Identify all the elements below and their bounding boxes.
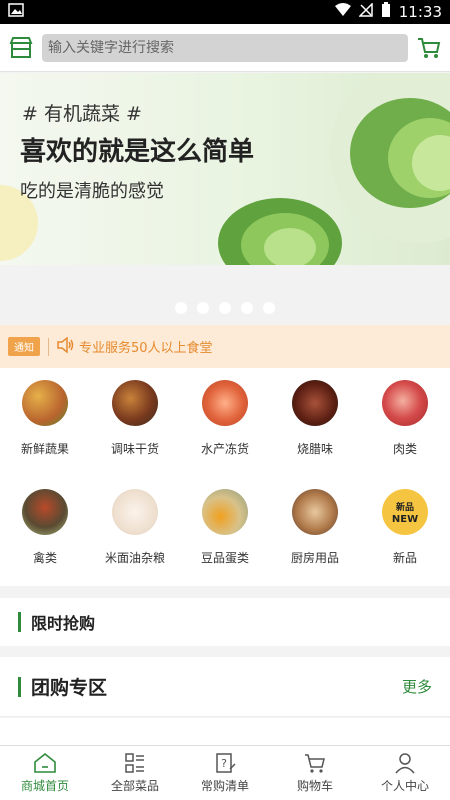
fresh-produce-image [22,380,68,426]
search-box[interactable] [42,33,408,62]
seafood-image [202,380,248,426]
signal-icon [357,2,373,21]
category-label: 烧腊味 [296,442,333,456]
banner-subtitle: 吃的是清脆的感觉 [20,181,164,202]
flash-sale-heading: 限时抢购 [31,614,96,633]
bottom-tab-bar: 商城首页 全部菜品 ? 常购清单 购物车 个人中心 [0,745,450,800]
top-header [0,24,450,72]
gallery-icon [8,2,24,22]
new-badge-image: 新品 NEW [382,489,428,535]
more-link[interactable]: 更多 [402,676,432,697]
tab-label: 常购清单 [200,779,249,793]
tab-all-dishes[interactable]: 全部菜品 [90,746,180,800]
promo-banner[interactable]: # 有机蔬菜 # 喜欢的就是这么简单 吃的是清脆的感觉 [0,73,450,265]
banner-title: 喜欢的就是这么简单 [20,137,255,167]
notice-bar[interactable]: 通知 专业服务50人以上食堂 [0,325,450,368]
banner-spacer [0,265,450,325]
category-label: 禽类 [32,551,57,565]
status-bar: 11:33 [0,0,450,24]
carousel-indicator[interactable] [0,302,450,314]
meat-image [382,380,428,426]
tab-label: 全部菜品 [110,779,159,793]
category-label: 调味干货 [110,442,159,456]
category-label: 米面油杂粮 [104,551,165,565]
category-item-cured-meat[interactable]: 烧腊味 [270,368,360,477]
carousel-dot[interactable] [241,302,253,314]
category-label: 新品 [392,551,417,565]
cart-icon[interactable] [416,35,442,61]
notice-divider [48,337,49,356]
battery-icon [381,2,391,22]
tab-cart[interactable]: 购物车 [270,746,360,800]
section-accent-bar [18,612,21,632]
svg-text:?: ? [221,757,227,770]
cart-icon [305,754,325,773]
tab-label: 购物车 [296,779,333,793]
grains-image [112,489,158,535]
user-icon [395,753,415,774]
tab-frequent-list[interactable]: ? 常购清单 [180,746,270,800]
category-grid: 新鲜蔬果 调味干货 水产冻货 烧腊味 肉类 禽类 米面油杂粮 豆品蛋类 厨房用品… [0,368,450,586]
section-accent-bar [18,676,21,697]
group-buy-heading: 团购专区 [31,677,108,699]
category-label: 肉类 [392,442,417,456]
tab-home[interactable]: 商城首页 [0,746,90,800]
tab-label: 商城首页 [20,779,69,793]
carousel-dot[interactable] [263,302,275,314]
carousel-dot[interactable] [197,302,209,314]
category-item-fresh-produce[interactable]: 新鲜蔬果 [0,368,90,477]
kitchenware-image [292,489,338,535]
svg-text:NEW: NEW [392,514,418,525]
group-buy-section: 团购专区 更多 [0,657,450,717]
category-icon [125,753,144,773]
svg-text:新品: 新品 [396,501,414,513]
search-input[interactable] [48,39,402,56]
banner-tag: # 有机蔬菜 # [22,103,142,125]
category-item-grains[interactable]: 米面油杂粮 [90,477,180,586]
category-item-seasoning[interactable]: 调味干货 [90,368,180,477]
speaker-icon [57,335,75,357]
category-label: 新鲜蔬果 [20,442,69,456]
tab-profile[interactable]: 个人中心 [360,746,450,800]
category-item-kitchenware[interactable]: 厨房用品 [270,477,360,586]
store-icon[interactable] [8,35,34,61]
carousel-dot[interactable] [219,302,231,314]
carousel-dot[interactable] [175,302,187,314]
notice-badge: 通知 [8,337,40,356]
group-buy-content [0,718,450,745]
category-label: 豆品蛋类 [200,551,249,565]
tab-label: 个人中心 [380,779,429,793]
cured-meat-image [292,380,338,426]
flash-sale-section: 限时抢购 [0,598,450,646]
home-icon [34,752,56,773]
wifi-icon [334,3,351,21]
category-label: 厨房用品 [290,551,339,565]
category-item-seafood[interactable]: 水产冻货 [180,368,270,477]
seasoning-image [112,380,158,426]
category-item-new[interactable]: 新品 NEW 新品 [360,477,450,586]
status-time: 11:33 [398,3,442,21]
notice-text: 专业服务50人以上食堂 [79,341,213,356]
category-label: 水产冻货 [200,442,249,456]
category-item-meat[interactable]: 肉类 [360,368,450,477]
eggs-tofu-image [202,489,248,535]
list-icon: ? [216,753,236,773]
poultry-image [22,489,68,535]
category-item-eggs-tofu[interactable]: 豆品蛋类 [180,477,270,586]
category-item-poultry[interactable]: 禽类 [0,477,90,586]
